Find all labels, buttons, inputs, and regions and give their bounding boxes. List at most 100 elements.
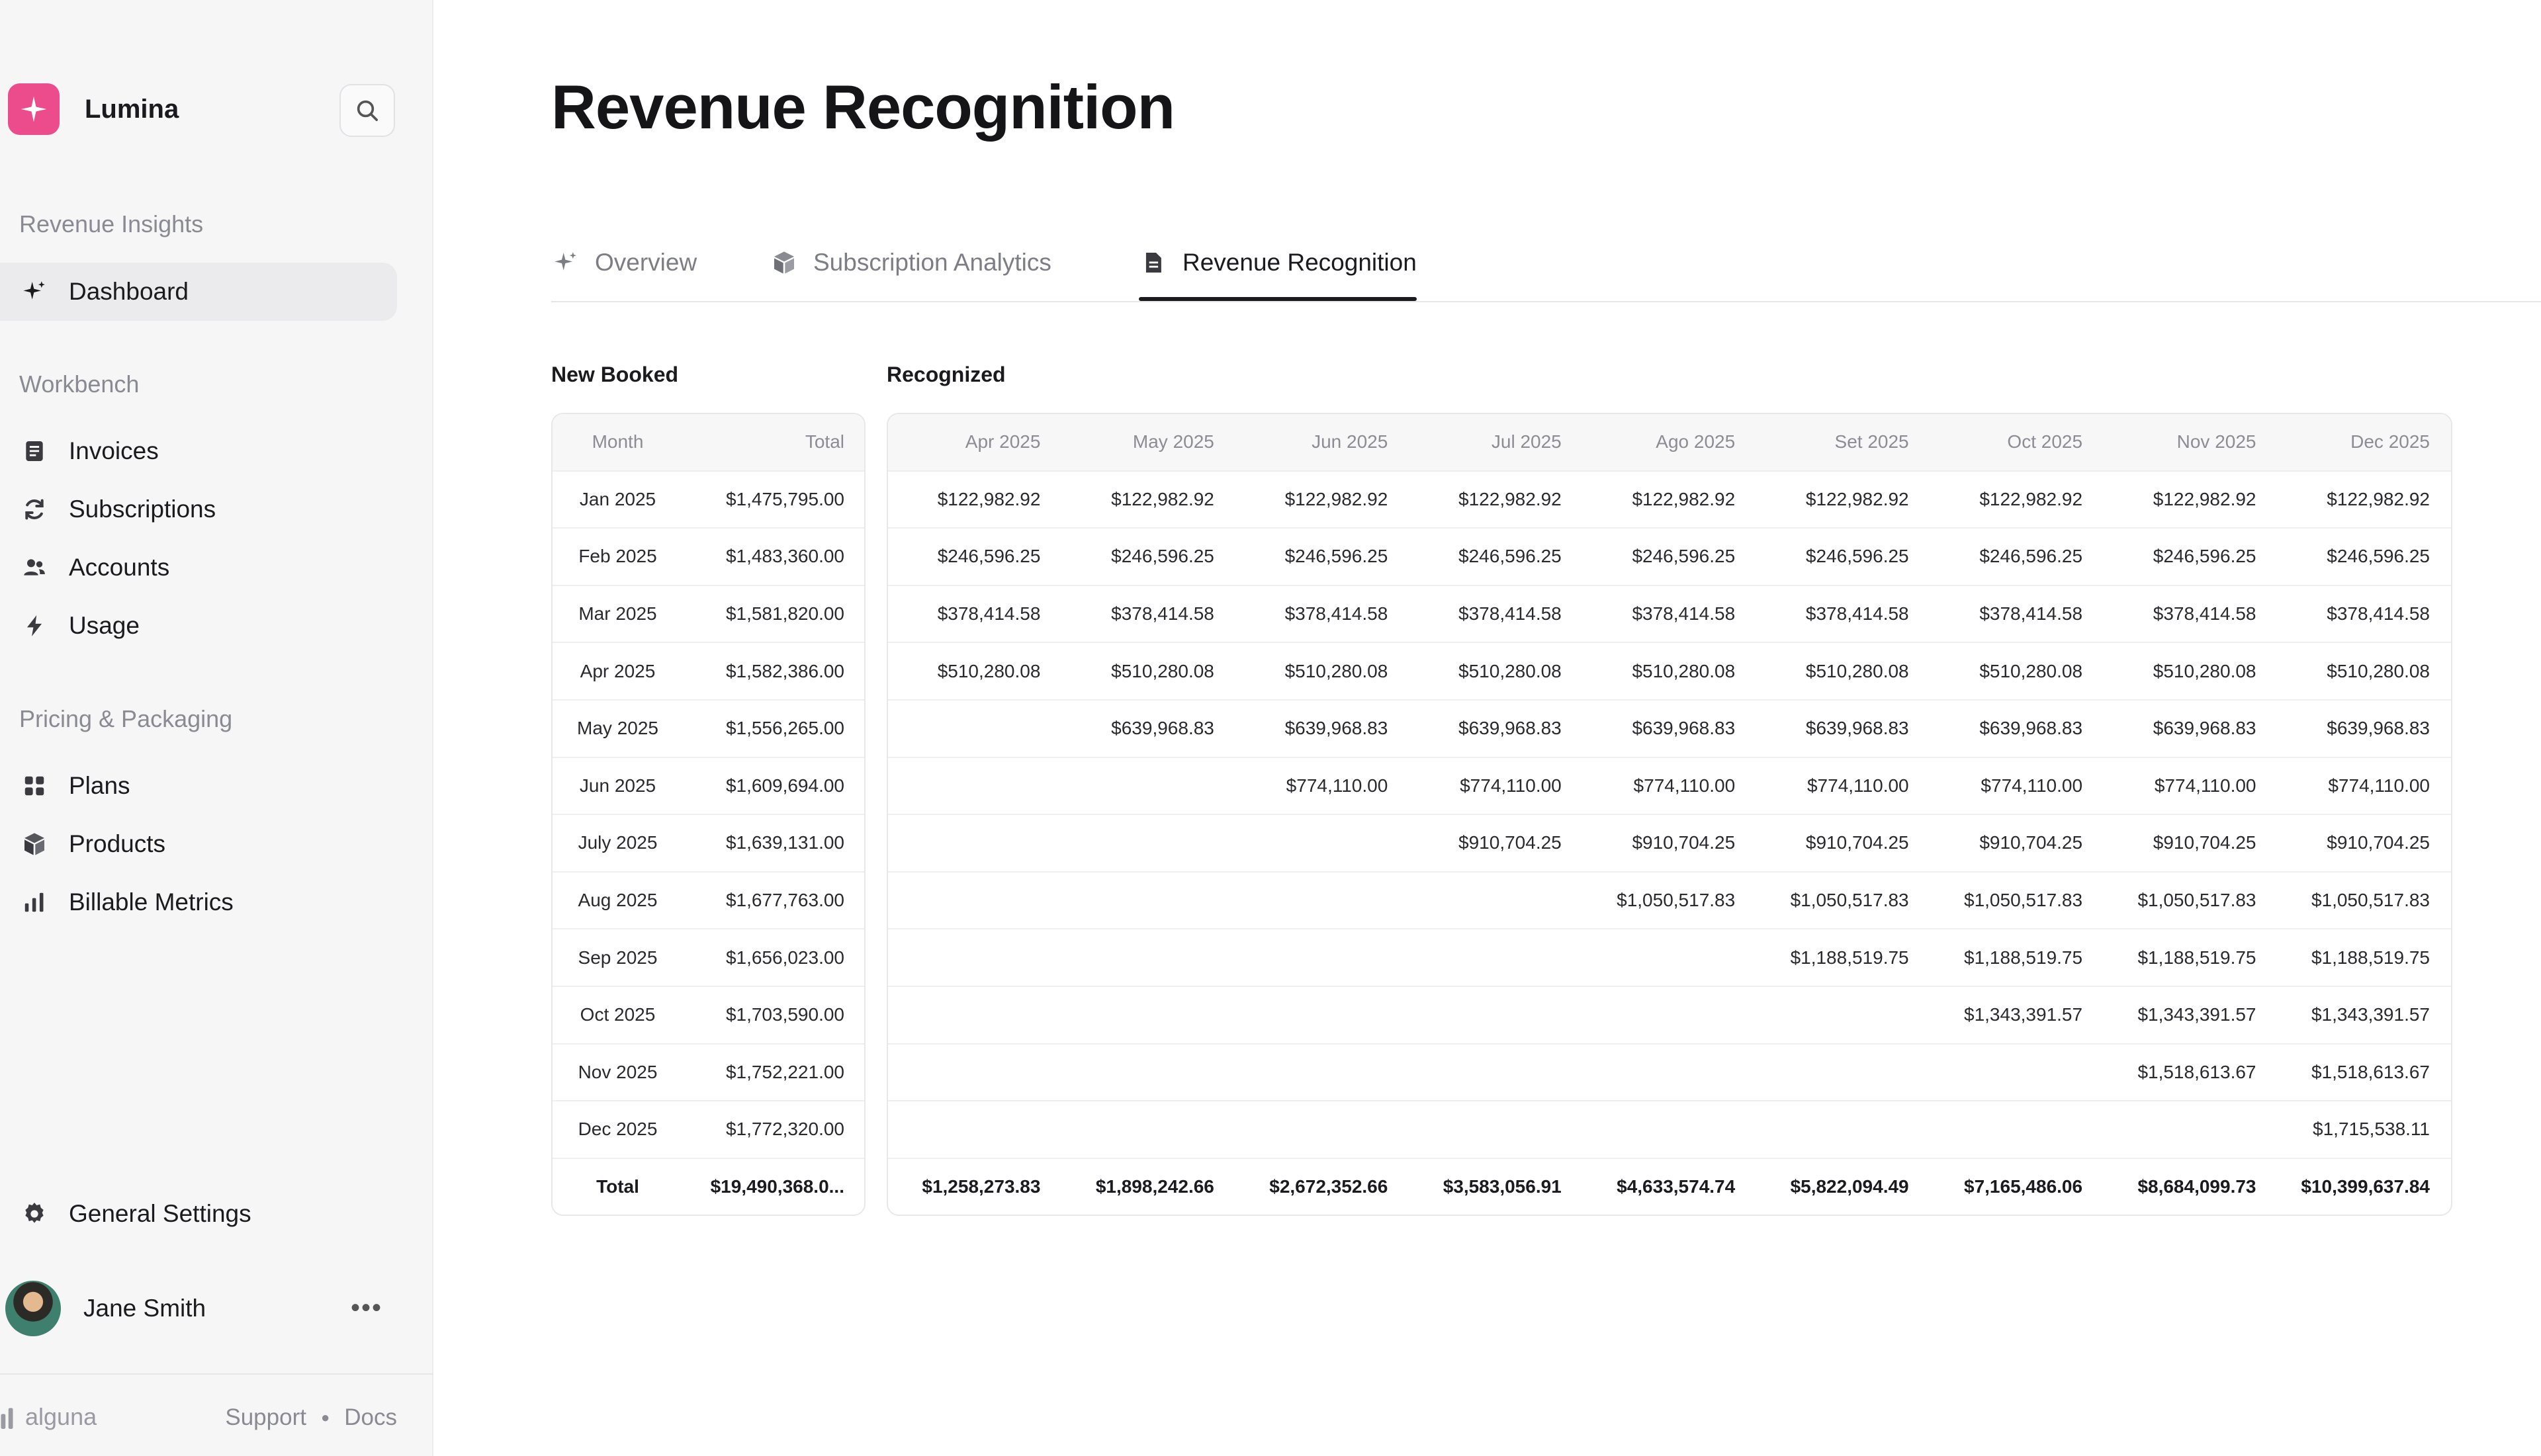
sidebar-item-billable-metrics[interactable]: Billable Metrics: [0, 873, 397, 931]
recognized-cell: $639,968.83: [1930, 699, 2104, 757]
column-header-total[interactable]: Total: [683, 414, 864, 471]
recognized-cell: [1061, 756, 1235, 815]
column-header-month[interactable]: Jun 2025: [1235, 414, 1409, 471]
recognized-cell: $378,414.58: [1409, 584, 1583, 643]
total-cell: $1,677,763.00: [683, 871, 864, 929]
table-row[interactable]: Jun 2025 $1,609,694.00: [553, 756, 864, 815]
recognized-cell: [888, 871, 1062, 929]
recognized-cell: $510,280.08: [1235, 642, 1409, 700]
recognized-cell: $639,968.83: [1756, 699, 1930, 757]
table-row[interactable]: May 2025 $1,556,265.00: [553, 699, 864, 757]
recognized-cell: $639,968.83: [1061, 699, 1235, 757]
table-row[interactable]: Feb 2025 $1,483,360.00: [553, 527, 864, 585]
column-header-month[interactable]: Set 2025: [1756, 414, 1930, 471]
table-row[interactable]: $122,982.92 $122,982.92 $122,982.92 $122,98…: [888, 470, 2451, 529]
tab-overview[interactable]: Overview: [551, 225, 697, 300]
recognized-cell: [1409, 928, 1583, 986]
recognized-cell: $1,518,613.67: [2104, 1043, 2278, 1101]
recognized-cell: $122,982.92: [1235, 470, 1409, 529]
user-menu[interactable]: Jane Smith •••: [5, 1279, 402, 1338]
recognized-cell: $639,968.83: [1409, 699, 1583, 757]
table-row[interactable]: $510,280.08 $510,280.08 $510,280.08 $510,28…: [888, 642, 2451, 700]
recognized-cell: [1930, 1100, 2104, 1158]
sidebar-item-products[interactable]: Products: [0, 815, 397, 873]
recognized-cell: $378,414.58: [1930, 584, 2104, 643]
sidebar-item-label: Billable Metrics: [69, 888, 234, 916]
column-header-month[interactable]: Apr 2025: [888, 414, 1062, 471]
sidebar-item-dashboard[interactable]: Dashboard: [0, 263, 397, 321]
table-row[interactable]: $639,968.83 $639,968.83 $639,968.83 $639,96…: [888, 699, 2451, 757]
sidebar-item-subscriptions[interactable]: Subscriptions: [0, 480, 397, 538]
table-row[interactable]: $378,414.58 $378,414.58 $378,414.58 $378,41…: [888, 584, 2451, 643]
recognized-cell: $122,982.92: [1756, 470, 1930, 529]
page-title: Revenue Recognition: [551, 72, 1175, 142]
more-options-icon[interactable]: •••: [351, 1295, 382, 1321]
recognized-cell: $378,414.58: [2104, 584, 2278, 643]
column-header-month[interactable]: May 2025: [1061, 414, 1235, 471]
table-header-row: Apr 2025 May 2025 Jun 2025 Jul 2025 Ago 2025…: [888, 414, 2451, 471]
refresh-icon: [20, 495, 49, 524]
tab-label: Overview: [595, 248, 697, 276]
table-row[interactable]: Oct 2025 $1,703,590.00: [553, 985, 864, 1044]
user-name: Jane Smith: [83, 1295, 206, 1322]
table-row[interactable]: Aug 2025 $1,677,763.00: [553, 871, 864, 929]
recognized-cell: [2104, 1100, 2278, 1158]
column-header-month[interactable]: Ago 2025: [1582, 414, 1757, 471]
recognized-cell: $774,110.00: [1582, 756, 1757, 815]
tab-subscription-analytics[interactable]: Subscription Analytics: [770, 225, 1051, 300]
table-row[interactable]: $910,704.25 $910,704.25 $910,704.25 $910,70…: [888, 814, 2451, 872]
table-row[interactable]: $246,596.25 $246,596.25 $246,596.25 $246,59…: [888, 527, 2451, 585]
gear-icon: [20, 1199, 49, 1228]
recognized-cell: [1235, 814, 1409, 872]
recognized-cell: $378,414.58: [1756, 584, 1930, 643]
table-row[interactable]: $774,110.00 $774,110.00 $774,110.00 $774,11…: [888, 756, 2451, 815]
month-cell: Oct 2025: [553, 985, 683, 1044]
recognized-cell: [1756, 1100, 1930, 1158]
sidebar-item-general-settings[interactable]: General Settings: [0, 1185, 397, 1243]
table-row[interactable]: $1,343,391.57 $1,343,391.57 $1,343,391.57: [888, 985, 2451, 1044]
recognized-cell: [1235, 985, 1409, 1044]
total-cell: $1,656,023.00: [683, 928, 864, 986]
table-row[interactable]: Apr 2025 $1,582,386.00: [553, 642, 864, 700]
search-button[interactable]: [339, 84, 395, 137]
month-cell: Mar 2025: [553, 584, 683, 643]
recognized-cell: [1409, 985, 1583, 1044]
recognized-cell: $910,704.25: [1930, 814, 2104, 872]
table-row[interactable]: Mar 2025 $1,581,820.00: [553, 584, 864, 643]
column-header-month[interactable]: Dec 2025: [2277, 414, 2451, 471]
table-row[interactable]: Nov 2025 $1,752,221.00: [553, 1043, 864, 1101]
sidebar-item-label: Dashboard: [69, 278, 189, 305]
recognized-cell: [1061, 928, 1235, 986]
sidebar-item-invoices[interactable]: Invoices: [0, 422, 397, 480]
table-row[interactable]: $1,050,517.83 $1,050,517.83 $1,050,517.83 $…: [888, 871, 2451, 929]
recognized-cell: $1,188,519.75: [1756, 928, 1930, 986]
section-label-revenue-insights: Revenue Insights: [19, 210, 204, 237]
table-row[interactable]: $1,188,519.75 $1,188,519.75 $1,188,519.75 $…: [888, 928, 2451, 986]
docs-link[interactable]: Docs: [344, 1404, 397, 1431]
tab-revenue-recognition[interactable]: Revenue Recognition: [1139, 225, 1417, 301]
table-row[interactable]: Dec 2025 $1,772,320.00: [553, 1100, 864, 1158]
recognized-cell: [1756, 985, 1930, 1044]
support-link[interactable]: Support: [225, 1404, 306, 1431]
table-row[interactable]: $1,518,613.67 $1,518,613.67: [888, 1043, 2451, 1101]
column-header-month[interactable]: Nov 2025: [2104, 414, 2278, 471]
box-icon: [770, 248, 799, 277]
column-header-month[interactable]: Jul 2025: [1409, 414, 1583, 471]
recognized-cell: $774,110.00: [2277, 756, 2451, 815]
recognized-cell: [1235, 928, 1409, 986]
total-cell: $1,772,320.00: [683, 1100, 864, 1158]
table-row[interactable]: $1,715,538.11: [888, 1100, 2451, 1158]
sidebar-item-plans[interactable]: Plans: [0, 757, 397, 815]
total-cell: $1,475,795.00: [683, 470, 864, 529]
total-value: $4,633,574.74: [1582, 1157, 1757, 1215]
recognized-cell: [1409, 1043, 1583, 1101]
column-header-month[interactable]: Month: [553, 414, 683, 471]
table-row[interactable]: Sep 2025 $1,656,023.00: [553, 928, 864, 986]
sidebar-item-accounts[interactable]: Accounts: [0, 538, 397, 597]
sidebar-footer: alguna Support ● Docs: [0, 1399, 397, 1439]
table-row[interactable]: July 2025 $1,639,131.00: [553, 814, 864, 872]
recognized-cell: $510,280.08: [1756, 642, 1930, 700]
table-row[interactable]: Jan 2025 $1,475,795.00: [553, 470, 864, 529]
sidebar-item-usage[interactable]: Usage: [0, 597, 397, 655]
column-header-month[interactable]: Oct 2025: [1930, 414, 2104, 471]
